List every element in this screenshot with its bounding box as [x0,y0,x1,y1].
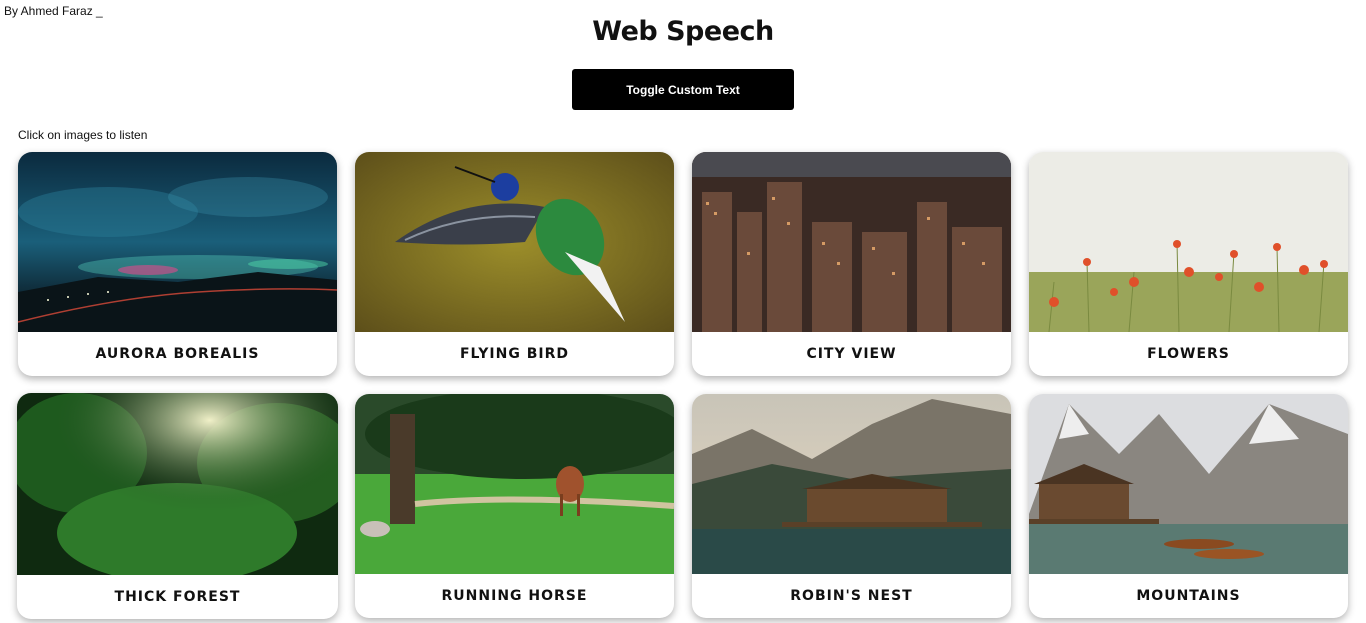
card-label: MOUNTAINS [1136,588,1241,604]
robins-nest-image[interactable] [692,394,1011,574]
card-label: FLYING BIRD [459,346,569,362]
image-card-robins-nest[interactable]: ROBIN'S NEST [692,394,1011,618]
image-card-city-view[interactable]: CITY VIEW [692,152,1011,376]
card-label: AURORA BOREALIS [95,346,260,362]
card-label: THICK FOREST [114,589,241,605]
image-card-thick-forest[interactable]: THICK FOREST [17,393,338,619]
forest-image[interactable] [17,393,338,575]
image-card-mountains[interactable]: MOUNTAINS [1029,394,1348,618]
toggle-custom-text-button[interactable]: Toggle Custom Text [572,69,794,110]
card-label: CITY VIEW [806,346,897,362]
flowers-image[interactable] [1029,152,1348,332]
page-title: Web Speech [592,16,774,47]
bird-image[interactable] [355,152,674,332]
instruction-text: Click on images to listen [18,128,148,142]
horse-image[interactable] [355,394,674,574]
image-card-flying-bird[interactable]: FLYING BIRD [355,152,674,376]
image-card-aurora-borealis[interactable]: AURORA BOREALIS [18,152,337,376]
image-card-running-horse[interactable]: RUNNING HORSE [355,394,674,618]
aurora-image[interactable] [18,152,337,332]
image-card-flowers[interactable]: FLOWERS [1029,152,1348,376]
card-label: RUNNING HORSE [441,588,588,604]
card-label: ROBIN'S NEST [790,588,913,604]
card-label: FLOWERS [1147,346,1230,362]
city-image[interactable] [692,152,1011,332]
mountains-image[interactable] [1029,394,1348,574]
